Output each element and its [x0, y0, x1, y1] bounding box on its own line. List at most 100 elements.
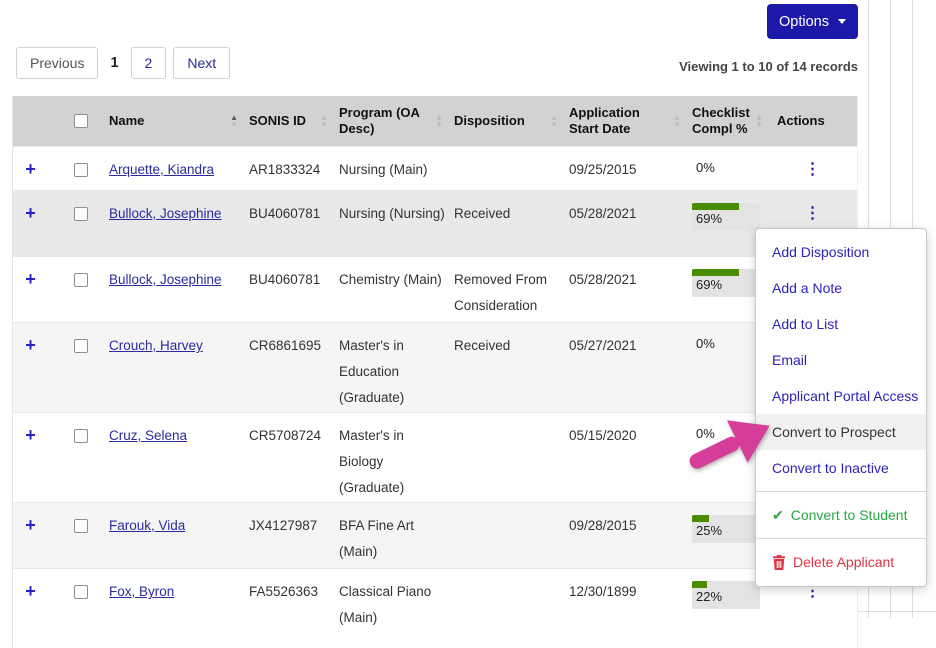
row-checkbox[interactable] [73, 339, 88, 354]
checklist-percent-label: 69% [696, 277, 723, 292]
start-date-cell: 05/28/2021 [569, 272, 637, 287]
row-checkbox[interactable] [73, 163, 88, 178]
expand-row-button[interactable]: + [25, 159, 36, 179]
sort-arrows-icon: ▲ ▼ [755, 113, 763, 129]
expand-row-button[interactable]: + [25, 515, 36, 535]
program-cell: Classical Piano (Main) [339, 584, 432, 625]
column-header-label: Checklist Compl % [692, 105, 750, 136]
applicants-table: Name ▲ ▼ SONIS ID ▲ ▼ Program (OA Desc) ▲ ▼… [12, 96, 858, 648]
name-cell: Crouch, Harvey [106, 323, 246, 369]
current-page-indicator: 1 [110, 55, 119, 71]
disposition-cell [451, 413, 566, 433]
checklist-percent-label: 22% [696, 589, 723, 604]
next-page-button[interactable]: Next [173, 47, 231, 79]
start-date-cell: 05/28/2021 [569, 206, 637, 221]
annotation-arrow-icon [689, 420, 770, 469]
expand-row-button[interactable]: + [25, 203, 36, 223]
row-checkbox[interactable] [73, 207, 88, 222]
applicant-name-link[interactable]: Bullock, Josephine [109, 272, 222, 287]
name-cell: Cruz, Selena [106, 413, 246, 459]
program-cell: Nursing (Main) [339, 162, 428, 177]
checkbox-cell [61, 257, 106, 303]
column-header-program[interactable]: Program (OA Desc) ▲ ▼ [336, 96, 451, 146]
name-cell: Bullock, Josephine [106, 257, 246, 303]
options-button[interactable]: Options [767, 4, 858, 39]
expand-row-button[interactable]: + [25, 425, 36, 445]
progress-fill [692, 269, 739, 276]
menu-item-add-disposition[interactable]: Add Disposition [756, 234, 926, 270]
start-date-cell: 05/15/2020 [569, 428, 637, 443]
expand-cell: + [13, 147, 61, 190]
sonis-id-cell: FA5526363 [249, 584, 319, 599]
applicant-name-link[interactable]: Crouch, Harvey [109, 338, 203, 353]
checklist-cell: 0% [689, 147, 771, 190]
start-date-cell: 05/27/2021 [569, 338, 637, 353]
select-all-checkbox[interactable] [73, 114, 88, 128]
disposition-cell: Received [454, 338, 511, 353]
menu-item-convert-to-student[interactable]: ✔ Convert to Student [756, 497, 926, 533]
checkbox-cell [61, 569, 106, 615]
checklist-progress-bar: 22% [692, 581, 760, 609]
row-checkbox[interactable] [73, 585, 88, 600]
expand-row-button[interactable]: + [25, 581, 36, 601]
menu-item-label: Convert to Inactive [772, 460, 889, 476]
menu-item-label: Applicant Portal Access [772, 388, 919, 404]
menu-item-add-a-note[interactable]: Add a Note [756, 270, 926, 306]
previous-page-button[interactable]: Previous [16, 47, 99, 79]
menu-item-applicant-portal-access[interactable]: Applicant Portal Access [756, 378, 926, 414]
name-cell: Farouk, Vida [106, 503, 246, 549]
header-select-all[interactable] [61, 96, 106, 146]
menu-item-add-to-list[interactable]: Add to List [756, 306, 926, 342]
row-checkbox[interactable] [73, 273, 88, 288]
menu-item-label: Add a Note [772, 280, 843, 296]
sort-arrows-icon: ▲ ▼ [230, 113, 238, 129]
column-header-label: Program (OA Desc) [339, 105, 420, 136]
table-body: + Arquette, Kiandra AR1833324 Nursing (M… [13, 146, 857, 648]
row-checkbox[interactable] [73, 429, 88, 444]
row-actions-button[interactable]: ⋮ [805, 161, 821, 178]
column-header-checklist[interactable]: Checklist Compl % ▲ ▼ [689, 96, 771, 146]
expand-row-button[interactable]: + [25, 335, 36, 355]
page-2-button[interactable]: 2 [130, 47, 167, 79]
program-cell: Nursing (Nursing) [339, 206, 445, 221]
checkbox-cell [61, 191, 106, 237]
column-header-actions: Actions [771, 96, 859, 146]
start-date-cell: 09/25/2015 [569, 162, 637, 177]
menu-item-delete-applicant[interactable]: Delete Applicant [756, 544, 926, 580]
table-row: + Bullock, Josephine BU4060781 Chemistry… [13, 256, 857, 322]
row-actions-button[interactable]: ⋮ [805, 205, 821, 222]
options-button-label: Options [779, 13, 829, 30]
applicant-name-link[interactable]: Cruz, Selena [109, 428, 187, 443]
menu-item-convert-to-inactive[interactable]: Convert to Inactive [756, 450, 926, 486]
applicant-name-link[interactable]: Fox, Byron [109, 584, 174, 599]
expand-cell: + [13, 413, 61, 460]
table-header-row: Name ▲ ▼ SONIS ID ▲ ▼ Program (OA Desc) ▲ ▼… [13, 96, 857, 146]
checklist-progress-bar: 69% [692, 269, 760, 297]
menu-item-email[interactable]: Email [756, 342, 926, 378]
table-row: + Arquette, Kiandra AR1833324 Nursing (M… [13, 146, 857, 190]
menu-item-convert-to-prospect[interactable]: Convert to Prospect [756, 414, 926, 450]
sonis-id-cell: CR5708724 [249, 428, 322, 443]
expand-cell: + [13, 323, 61, 370]
expand-cell: + [13, 257, 61, 304]
applicant-name-link[interactable]: Arquette, Kiandra [109, 162, 214, 177]
column-header-label: Name [109, 113, 145, 128]
program-cell: Chemistry (Main) [339, 272, 442, 287]
disposition-cell: Received [454, 206, 511, 221]
start-date-cell: 09/28/2015 [569, 518, 637, 533]
expand-row-button[interactable]: + [25, 269, 36, 289]
sonis-id-cell: CR6861695 [249, 338, 322, 353]
applicant-name-link[interactable]: Farouk, Vida [109, 518, 185, 533]
actions-cell: ⋮ [771, 147, 857, 190]
checklist-percent-label: 0% [696, 336, 715, 351]
menu-item-label: Add to List [772, 316, 839, 332]
background-grid-line [858, 611, 936, 612]
row-checkbox[interactable] [73, 519, 88, 534]
checklist-percent-label: 0% [696, 160, 715, 175]
menu-item-label: Delete Applicant [793, 554, 895, 570]
column-header-name[interactable]: Name ▲ ▼ [106, 96, 246, 146]
column-header-start-date[interactable]: Application Start Date ▲ ▼ [566, 96, 689, 146]
applicant-name-link[interactable]: Bullock, Josephine [109, 206, 222, 221]
column-header-sonis-id[interactable]: SONIS ID ▲ ▼ [246, 96, 336, 146]
column-header-disposition[interactable]: Disposition ▲ ▼ [451, 96, 566, 146]
